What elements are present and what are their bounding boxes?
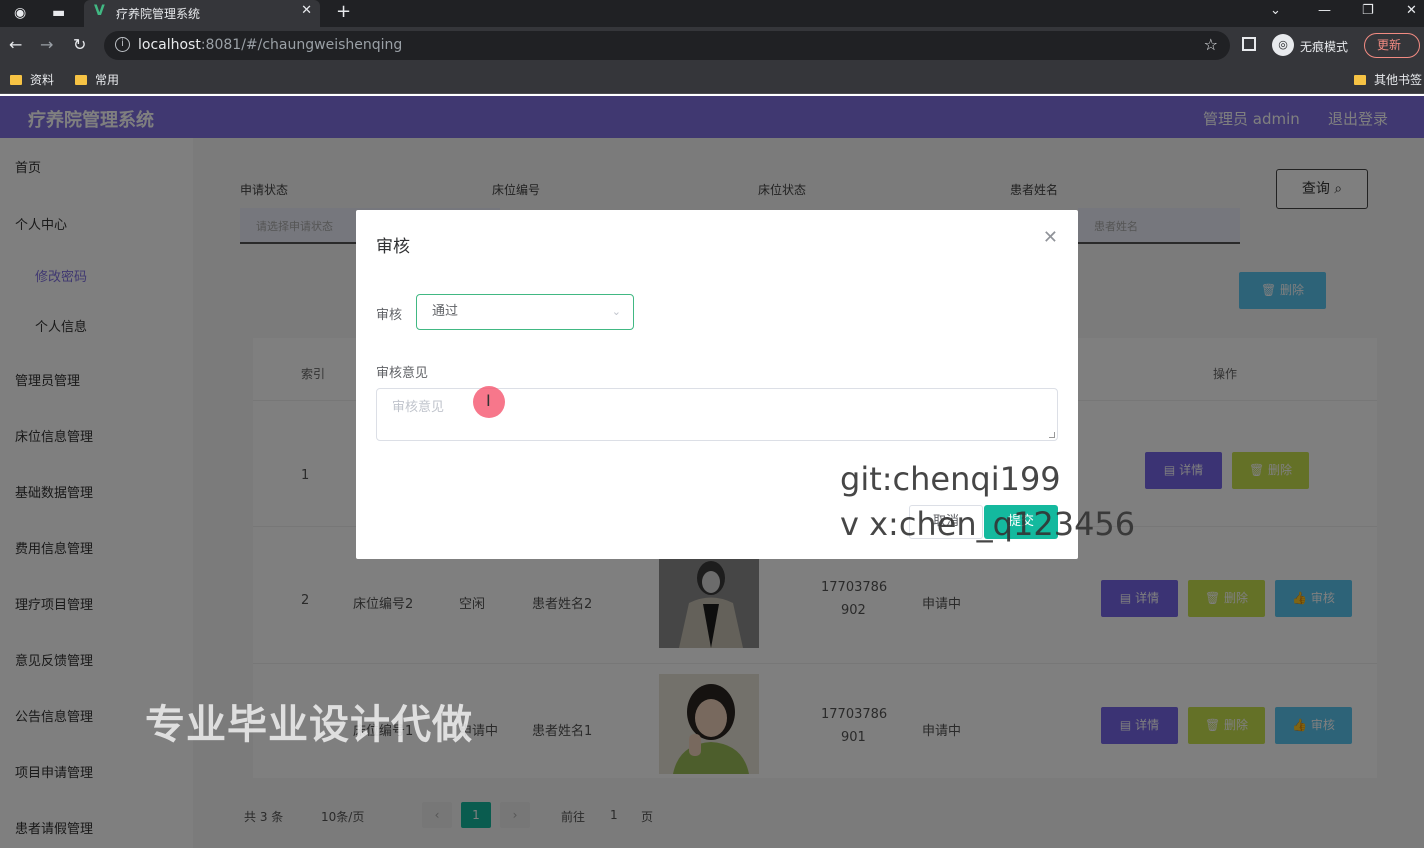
bookmark-folder-2[interactable]: 常用 (75, 71, 119, 88)
bookmark-star-icon[interactable]: ☆ (1204, 35, 1218, 54)
restore-icon[interactable]: ❐ (1362, 3, 1374, 18)
close-icon[interactable]: ✕ (1043, 227, 1058, 248)
folder-icon (1354, 75, 1366, 85)
forward-icon[interactable]: → (40, 35, 53, 55)
back-icon[interactable]: ← (9, 35, 22, 55)
side-panel-icon[interactable] (1242, 37, 1256, 51)
watermark-git: git:chenqi199 (840, 460, 1061, 498)
close-tab-icon[interactable]: ✕ (301, 3, 312, 18)
minimize-icon[interactable]: — (1318, 3, 1331, 18)
audit-field-label: 审核 (376, 308, 403, 323)
browser-toolbar: ← → ↻ i localhost:8081/#/chaungweishenqi… (0, 27, 1424, 64)
text-cursor-icon: I (486, 391, 491, 410)
chevron-down-icon: ⌄ (611, 305, 621, 318)
audit-result-select[interactable]: 通过 ⌄ (416, 294, 634, 330)
close-window-icon[interactable]: ✕ (1406, 3, 1417, 18)
globe-icon[interactable]: ◉ (14, 4, 26, 22)
vue-logo-icon: V (94, 3, 105, 19)
incognito-label[interactable]: 无痕模式 (1300, 38, 1348, 55)
update-button[interactable]: 更新 (1364, 33, 1420, 58)
new-tab-icon[interactable]: + (336, 1, 351, 22)
window-icon[interactable]: ▬ (52, 4, 65, 22)
dialog-title: 审核 (376, 237, 410, 257)
resize-handle-icon[interactable] (1049, 432, 1055, 438)
address-bar[interactable]: i localhost:8081/#/chaungweishenqing ☆ (104, 31, 1230, 60)
reload-icon[interactable]: ↻ (73, 35, 86, 55)
url-text: localhost:8081/#/chaungweishenqing (138, 37, 403, 53)
tab-title: 疗养院管理系统 (116, 7, 201, 21)
browser-tab-bar: ◉ ▬ V 疗养院管理系统 ✕ + ⌄ — ❐ ✕ (0, 0, 1424, 27)
folder-icon (10, 75, 22, 85)
watermark-vx: v x:chen_q123456 (840, 505, 1136, 543)
incognito-icon[interactable]: ◎ (1272, 34, 1294, 56)
folder-icon (75, 75, 87, 85)
bookmark-folder-1[interactable]: 资料 (10, 71, 54, 88)
other-bookmarks[interactable]: 其他书签 (1354, 71, 1422, 88)
browser-tab[interactable]: V 疗养院管理系统 ✕ (84, 0, 320, 27)
info-icon[interactable]: i (115, 37, 130, 52)
tab-search-icon[interactable]: ⌄ (1270, 3, 1281, 18)
watermark-cn: 专业毕业设计代做 (145, 702, 473, 748)
bookmarks-bar: 资料 常用 其他书签 (0, 64, 1424, 94)
opinion-label: 审核意见 (376, 366, 429, 381)
